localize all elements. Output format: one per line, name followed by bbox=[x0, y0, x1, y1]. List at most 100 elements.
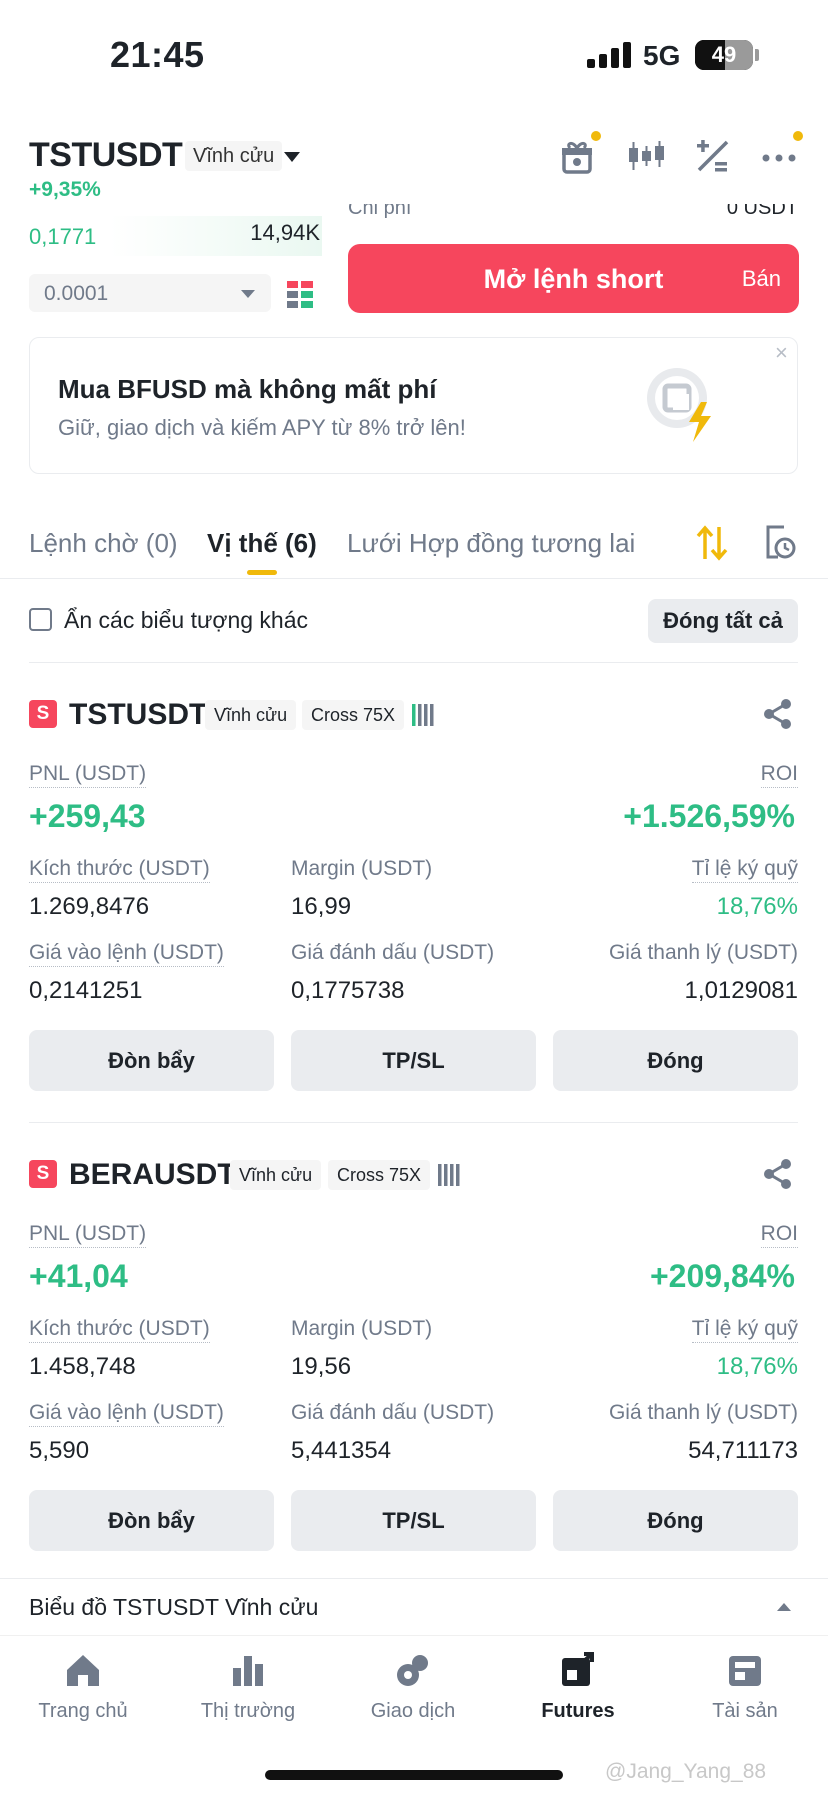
tpsl-button[interactable]: TP/SL bbox=[291, 1490, 536, 1551]
chevron-up-icon[interactable] bbox=[777, 1603, 791, 1611]
close-all-button[interactable]: Đóng tất cả bbox=[648, 599, 798, 643]
nav-home[interactable]: Trang chủ bbox=[18, 1650, 148, 1723]
share-icon[interactable] bbox=[762, 698, 794, 730]
status-time: 21:45 bbox=[110, 34, 205, 75]
price-change: +9,35% bbox=[29, 178, 101, 201]
orderbook-qty: 14,94K bbox=[250, 220, 320, 245]
more-icon[interactable] bbox=[760, 136, 800, 176]
roi-value: +1.526,59% bbox=[623, 798, 795, 834]
open-short-label: Mở lệnh short bbox=[483, 264, 664, 294]
symbol-title[interactable]: TSTUSDT bbox=[29, 136, 183, 175]
open-short-button[interactable]: Mở lệnh short Bán bbox=[348, 244, 799, 313]
orderbook-layout-icon[interactable] bbox=[287, 281, 313, 309]
entry-price-label[interactable]: Giá vào lệnh (USDT) bbox=[29, 941, 224, 967]
watermark: @Jang_Yang_88 bbox=[605, 1760, 767, 1783]
pnl-label[interactable]: PNL (USDT) bbox=[29, 1222, 147, 1248]
liq-price-value: 54,711173 bbox=[688, 1437, 798, 1464]
entry-price-label[interactable]: Giá vào lệnh (USDT) bbox=[29, 1401, 224, 1427]
size-label[interactable]: Kích thước (USDT) bbox=[29, 1317, 210, 1343]
fee-value: 0 USDT bbox=[726, 204, 798, 218]
margin-label: Margin (USDT) bbox=[291, 857, 433, 880]
nav-futures[interactable]: Futures bbox=[513, 1650, 643, 1723]
battery-icon: 49 bbox=[695, 40, 753, 70]
position-type-tag: Vĩnh cửu bbox=[230, 1160, 322, 1190]
margin-ratio-label[interactable]: Tỉ lệ ký quỹ bbox=[691, 1317, 798, 1343]
tpsl-button[interactable]: TP/SL bbox=[291, 1030, 536, 1091]
wallet-icon bbox=[729, 1656, 761, 1686]
nav-markets-label: Thị trường bbox=[200, 1700, 296, 1722]
margin-label: Margin (USDT) bbox=[291, 1317, 433, 1340]
symbol-dropdown-icon[interactable] bbox=[284, 152, 300, 162]
nav-assets[interactable]: Tài sản bbox=[680, 1650, 810, 1723]
mark-price-value: 5,441354 bbox=[291, 1437, 392, 1464]
close-position-button[interactable]: Đóng bbox=[553, 1490, 798, 1551]
size-label[interactable]: Kích thước (USDT) bbox=[29, 857, 210, 883]
precision-dropdown-icon[interactable] bbox=[241, 290, 255, 298]
entry-price-value: 0,2141251 bbox=[29, 977, 143, 1004]
history-icon[interactable] bbox=[764, 524, 796, 560]
gift-icon[interactable] bbox=[558, 136, 598, 176]
position-symbol[interactable]: BERAUSDT bbox=[69, 1158, 236, 1192]
orderbook-price[interactable]: 0,1771 bbox=[29, 224, 96, 250]
margin-mode-tag: Cross 75X bbox=[302, 700, 405, 730]
chart-toggle-label[interactable]: Biểu đồ TSTUSDT Vĩnh cửu bbox=[29, 1594, 318, 1621]
nav-trade-label: Giao dịch bbox=[370, 1700, 456, 1722]
promo-subtitle: Giữ, giao dịch và kiếm APY từ 8% trở lên… bbox=[58, 415, 466, 440]
tab-futures-grid[interactable]: Lưới Hợp đồng tương lai bbox=[347, 528, 635, 559]
entry-price-value: 5,590 bbox=[29, 1437, 90, 1464]
margin-ratio-value: 18,76% bbox=[716, 1353, 798, 1380]
margin-mode-tag: Cross 75X bbox=[328, 1160, 431, 1190]
leverage-button[interactable]: Đòn bẩy bbox=[29, 1490, 274, 1551]
contract-type-tag[interactable]: Vĩnh cửu bbox=[185, 141, 283, 171]
leverage-button[interactable]: Đòn bẩy bbox=[29, 1030, 274, 1091]
active-tab-indicator bbox=[247, 570, 277, 575]
tab-open-orders[interactable]: Lệnh chờ (0) bbox=[29, 528, 178, 559]
liq-price-label: Giá thanh lý (USDT) bbox=[608, 941, 798, 964]
position-type-tag: Vĩnh cửu bbox=[205, 700, 297, 730]
sell-label: Bán bbox=[741, 266, 781, 291]
chart-strip-divider bbox=[0, 1578, 828, 1579]
mark-price-value: 0,1775738 bbox=[291, 977, 405, 1004]
futures-icon bbox=[562, 1652, 594, 1686]
sort-icon[interactable] bbox=[695, 523, 729, 563]
short-badge: S bbox=[29, 700, 57, 728]
pnl-label[interactable]: PNL (USDT) bbox=[29, 762, 147, 788]
adl-indicator-icon bbox=[412, 704, 436, 726]
notification-dot bbox=[793, 131, 803, 141]
tab-positions[interactable]: Vị thế (6) bbox=[207, 528, 317, 559]
close-position-button[interactable]: Đóng bbox=[553, 1030, 798, 1091]
hide-other-symbols-label[interactable]: Ẩn các biểu tượng khác bbox=[64, 607, 308, 634]
close-icon[interactable]: × bbox=[775, 340, 788, 366]
divider bbox=[29, 1122, 798, 1123]
pnl-value: +259,43 bbox=[29, 798, 146, 834]
home-icon bbox=[67, 1655, 99, 1686]
liq-price-label: Giá thanh lý (USDT) bbox=[608, 1401, 798, 1424]
market-icon bbox=[233, 1656, 263, 1686]
hide-other-symbols-checkbox[interactable] bbox=[29, 608, 52, 631]
position-symbol[interactable]: TSTUSDT bbox=[69, 698, 207, 732]
mark-price-label: Giá đánh dấu (USDT) bbox=[291, 1401, 495, 1424]
pnl-value: +41,04 bbox=[29, 1258, 128, 1294]
size-value: 1.269,8476 bbox=[29, 893, 150, 920]
short-badge: S bbox=[29, 1160, 57, 1188]
battery-tip bbox=[755, 49, 759, 61]
margin-ratio-label[interactable]: Tỉ lệ ký quỹ bbox=[691, 857, 798, 883]
roi-label[interactable]: ROI bbox=[760, 762, 798, 788]
share-icon[interactable] bbox=[762, 1158, 794, 1190]
nav-trade[interactable]: Giao dịch bbox=[348, 1650, 478, 1723]
roi-label[interactable]: ROI bbox=[760, 1222, 798, 1248]
calculator-icon[interactable] bbox=[693, 136, 733, 176]
precision-value: 0.0001 bbox=[44, 282, 109, 305]
home-indicator[interactable] bbox=[265, 1770, 563, 1780]
size-value: 1.458,748 bbox=[29, 1353, 136, 1380]
nav-home-label: Trang chủ bbox=[38, 1700, 128, 1722]
network-type: 5G bbox=[643, 40, 681, 71]
tabs-divider bbox=[0, 578, 828, 579]
margin-value: 16,99 bbox=[291, 893, 352, 920]
candlestick-chart-icon[interactable] bbox=[626, 136, 666, 176]
margin-ratio-value: 18,76% bbox=[716, 893, 798, 920]
mark-price-label: Giá đánh dấu (USDT) bbox=[291, 941, 495, 964]
trade-icon bbox=[397, 1655, 428, 1686]
nav-markets[interactable]: Thị trường bbox=[183, 1650, 313, 1723]
bfusd-icon bbox=[643, 366, 723, 446]
